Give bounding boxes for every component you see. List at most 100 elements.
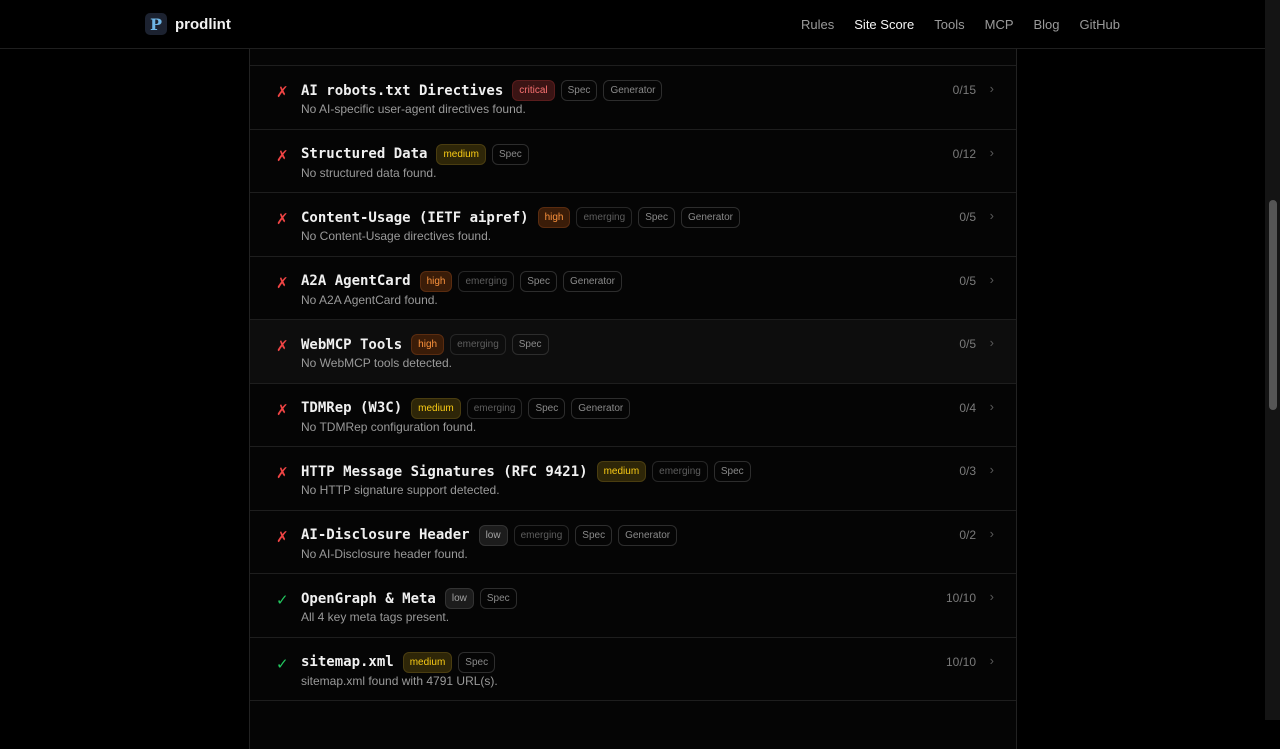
severity-badge: high: [537, 207, 571, 228]
chevron-right-icon[interactable]: ›: [990, 526, 994, 541]
nav-link-mcp[interactable]: MCP: [985, 17, 1014, 32]
check-header: Structured Data medium Spec: [301, 143, 529, 165]
spec-link[interactable]: Spec: [520, 270, 557, 292]
check-description: No WebMCP tools detected.: [301, 356, 452, 370]
fail-x-icon: ✗: [276, 464, 289, 482]
check-title: HTTP Message Signatures (RFC 9421): [301, 463, 588, 480]
check-row[interactable]: ✗ AI robots.txt Directives critical Spec Gen…: [250, 66, 1016, 130]
check-score: 0/5: [959, 273, 976, 288]
emerging-badge: emerging: [576, 207, 633, 228]
check-description: No AI-Disclosure header found.: [301, 546, 468, 561]
check-description: No HTTP signature support detected.: [301, 483, 500, 497]
check-score: 0/2: [959, 527, 976, 542]
check-title: AI-Disclosure Header: [301, 527, 470, 543]
check-row[interactable]: ✗ HTTP Message Signatures (RFC 9421) mediu…: [250, 447, 1016, 511]
check-row[interactable]: ✗ A2A AgentCard high emerging Spec Generator N…: [250, 257, 1016, 320]
main-nav: Rules Site Score Tools MCP Blog GitHub: [801, 17, 1120, 32]
check-header: OpenGraph & Meta low Spec: [301, 588, 517, 609]
brand-name: prodlint: [175, 15, 231, 33]
check-score: 0/15: [952, 83, 976, 97]
severity-badge: high: [411, 334, 445, 355]
fail-x-icon: ✗: [276, 400, 289, 419]
spec-link[interactable]: Spec: [458, 651, 496, 673]
check-title: OpenGraph & Meta: [301, 590, 436, 607]
check-score: 10/10: [945, 654, 976, 669]
check-description: No AI-specific user-agent directives fou…: [301, 102, 526, 116]
check-row[interactable]: ✗ Content-Usage (IETF aipref) high emerging…: [250, 193, 1016, 257]
page-scrollbar[interactable]: [1265, 0, 1280, 720]
spec-link[interactable]: Spec: [511, 334, 549, 355]
fail-x-icon: ✗: [276, 83, 289, 101]
chevron-right-icon[interactable]: ›: [990, 272, 994, 287]
top-navigation-bar: P prodlint Rules Site Score Tools MCP Blog Gi…: [0, 0, 1265, 49]
nav-link-site-score[interactable]: Site Score: [854, 17, 914, 32]
chevron-right-icon[interactable]: ›: [990, 399, 994, 414]
check-title: TDMRep (W3C): [301, 400, 403, 416]
emerging-badge: emerging: [513, 524, 570, 546]
check-title: Content-Usage (IETF aipref): [301, 209, 529, 226]
check-row[interactable]: ✗ WebMCP Tools high emerging Spec No WebMCP t…: [250, 320, 1016, 384]
fail-x-icon: ✗: [276, 337, 289, 355]
severity-badge: medium: [402, 651, 453, 673]
generator-link[interactable]: Generator: [680, 207, 741, 228]
spec-link[interactable]: Spec: [560, 80, 598, 101]
severity-badge: low: [444, 588, 474, 609]
check-description: No TDMRep configuration found.: [301, 419, 477, 434]
spec-link[interactable]: Spec: [638, 207, 675, 228]
check-score: 0/4: [959, 400, 976, 415]
chevron-right-icon[interactable]: ›: [990, 81, 994, 96]
check-header: HTTP Message Signatures (RFC 9421) medium…: [301, 461, 751, 482]
severity-badge: medium: [596, 461, 647, 482]
check-header: TDMRep (W3C) medium emerging Spec Generator: [301, 397, 631, 419]
check-score: 0/5: [959, 210, 976, 224]
fail-x-icon: ✗: [276, 273, 289, 292]
check-score: 0/12: [952, 146, 976, 161]
generator-link[interactable]: Generator: [571, 397, 631, 419]
nav-link-blog[interactable]: Blog: [1034, 17, 1060, 32]
pass-check-icon: ✓: [276, 654, 289, 673]
check-score: 0/5: [959, 337, 976, 351]
checks-panel: ✗ AI robots.txt Directives critical Spec Gen…: [249, 49, 1017, 749]
nav-link-rules[interactable]: Rules: [801, 17, 834, 32]
spec-link[interactable]: Spec: [528, 397, 566, 419]
pass-check-icon: ✓: [276, 591, 289, 609]
chevron-right-icon[interactable]: ›: [990, 653, 994, 668]
check-header: sitemap.xml medium Spec: [301, 651, 496, 673]
chevron-right-icon[interactable]: ›: [990, 208, 994, 223]
check-title: WebMCP Tools: [301, 336, 403, 353]
check-row[interactable]: ✓ OpenGraph & Meta low Spec All 4 key meta t…: [250, 574, 1016, 638]
emerging-badge: emerging: [652, 461, 708, 482]
check-description: sitemap.xml found with 4791 URL(s).: [301, 673, 498, 688]
check-header: A2A AgentCard high emerging Spec Generator: [301, 270, 623, 292]
previous-row-edge: [250, 49, 1016, 66]
spec-link[interactable]: Spec: [713, 461, 751, 482]
generator-link[interactable]: Generator: [562, 270, 623, 292]
emerging-badge: emerging: [458, 270, 515, 292]
generator-link[interactable]: Generator: [618, 524, 678, 546]
fail-x-icon: ✗: [276, 146, 289, 165]
chevron-right-icon[interactable]: ›: [990, 462, 994, 477]
generator-link[interactable]: Generator: [603, 80, 663, 101]
check-title: Structured Data: [301, 146, 428, 162]
check-title: A2A AgentCard: [301, 273, 411, 289]
chevron-right-icon[interactable]: ›: [990, 589, 994, 604]
checks-list: ✗ AI robots.txt Directives critical Spec Gen…: [250, 66, 1016, 701]
severity-badge: critical: [512, 80, 555, 101]
chevron-right-icon[interactable]: ›: [990, 145, 994, 160]
check-score: 0/3: [959, 464, 976, 478]
check-row[interactable]: ✗ AI-Disclosure Header low emerging Spec Gene…: [250, 511, 1016, 574]
check-description: No Content-Usage directives found.: [301, 229, 492, 243]
check-row[interactable]: ✗ Structured Data medium Spec No structured …: [250, 130, 1016, 193]
check-row[interactable]: ✗ TDMRep (W3C) medium emerging Spec Generator…: [250, 384, 1016, 447]
check-row[interactable]: ✓ sitemap.xml medium Spec sitemap.xml found …: [250, 638, 1016, 701]
nav-link-github[interactable]: GitHub: [1080, 17, 1120, 32]
brand[interactable]: P prodlint: [145, 13, 231, 35]
spec-link[interactable]: Spec: [575, 524, 613, 546]
scrollbar-thumb[interactable]: [1269, 200, 1277, 410]
fail-x-icon: ✗: [276, 527, 289, 546]
chevron-right-icon[interactable]: ›: [990, 335, 994, 350]
check-title: sitemap.xml: [301, 654, 394, 670]
nav-link-tools[interactable]: Tools: [934, 17, 964, 32]
spec-link[interactable]: Spec: [479, 588, 517, 609]
spec-link[interactable]: Spec: [492, 143, 529, 165]
